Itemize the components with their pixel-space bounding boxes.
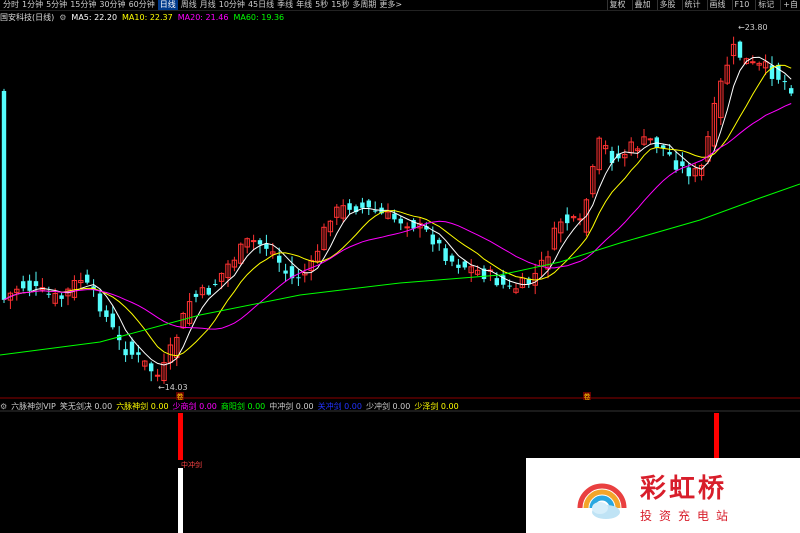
candle-up xyxy=(404,226,410,229)
candle-down xyxy=(33,281,39,287)
candle-down xyxy=(213,283,218,285)
marker-label: 卷 xyxy=(584,392,591,401)
candle-down xyxy=(782,81,787,83)
candle-down xyxy=(46,293,51,295)
candle-down xyxy=(193,293,199,297)
candle-down xyxy=(277,255,282,263)
ma10-line xyxy=(3,64,792,357)
candle-down xyxy=(296,277,301,279)
candle-down xyxy=(27,280,32,291)
indicator-item: 中冲剑 0.00 xyxy=(269,401,314,411)
candle-down xyxy=(443,248,448,261)
candle-down xyxy=(661,145,666,149)
candle-down xyxy=(110,313,115,328)
candle-down xyxy=(129,341,135,355)
candle-down xyxy=(347,203,352,210)
indicator-name: 六脉神剑VIP xyxy=(11,401,56,411)
candle-down xyxy=(149,363,154,372)
candle-down xyxy=(507,285,512,287)
candle-down xyxy=(206,287,211,295)
candle-down xyxy=(1,90,7,300)
rainbow-logo-icon xyxy=(572,466,632,526)
candle-down xyxy=(257,240,263,245)
candle-down xyxy=(104,310,109,317)
indicator-item: 少商剑 0.00 xyxy=(172,401,217,411)
indicator-item: 六脉神剑 0.00 xyxy=(116,401,169,411)
candle-down xyxy=(264,243,269,249)
candle-down xyxy=(456,264,461,268)
candle-down xyxy=(449,255,455,262)
watermark: 彩虹桥 投资充电站 xyxy=(526,458,800,533)
candle-down xyxy=(123,349,128,356)
candle-down xyxy=(667,152,672,155)
watermark-brand: 彩虹桥 xyxy=(640,473,728,504)
indicator-info-line: ⚙ 六脉神剑VIP 笑无剑决 0.00 六脉神剑 0.00 少商剑 0.00 商阳剑 … xyxy=(0,401,463,411)
watermark-tagline: 投资充电站 xyxy=(640,508,736,523)
candle-down xyxy=(437,239,442,244)
candle-up xyxy=(750,61,756,64)
candle-down xyxy=(430,234,435,245)
candle-up xyxy=(647,138,654,141)
ma60-line xyxy=(0,183,800,356)
indicator-item: 商阳剑 0.00 xyxy=(220,401,266,411)
candle-down xyxy=(565,214,570,224)
candle-down xyxy=(494,278,499,286)
high-label: ←23.80 xyxy=(738,23,768,32)
candlestick-chart[interactable]: ←23.80←14.03卷 卷中冲剑 xyxy=(0,0,800,533)
signal-bar-red xyxy=(714,413,719,459)
indicator-settings-icon[interactable]: ⚙ xyxy=(0,402,7,411)
signal-bar-white xyxy=(178,468,183,533)
candle-down xyxy=(21,281,26,289)
candle-down xyxy=(686,167,691,177)
signal-label: 中冲剑 xyxy=(181,460,202,469)
candle-up xyxy=(250,240,257,243)
ma20-line xyxy=(3,103,792,330)
candle-up xyxy=(577,218,583,221)
candle-down xyxy=(776,64,781,80)
candle-down xyxy=(59,295,64,299)
candle-down xyxy=(392,213,397,220)
low-label: ←14.03 xyxy=(158,383,188,392)
candle-down xyxy=(680,161,685,167)
candle-down xyxy=(673,160,679,170)
candle-down xyxy=(97,293,103,312)
candle-down xyxy=(283,270,288,274)
candle-up xyxy=(154,374,161,377)
candle-down xyxy=(85,274,90,283)
indicator-item: 关冲剑 0.00 xyxy=(317,401,362,411)
indicator-item: 少冲剑 0.00 xyxy=(365,401,411,411)
candle-down xyxy=(366,200,371,208)
candle-down xyxy=(462,261,467,268)
candle-down xyxy=(373,210,378,212)
candle-down xyxy=(360,202,365,208)
candle-down xyxy=(737,41,743,58)
indicator-item: 笑无剑决 0.00 xyxy=(59,401,113,411)
candle-down xyxy=(398,218,403,224)
candle-down xyxy=(789,88,794,94)
candle-down xyxy=(136,352,141,355)
indicator-item: 少泽剑 0.00 xyxy=(414,401,459,411)
signal-bar-red xyxy=(178,413,183,460)
